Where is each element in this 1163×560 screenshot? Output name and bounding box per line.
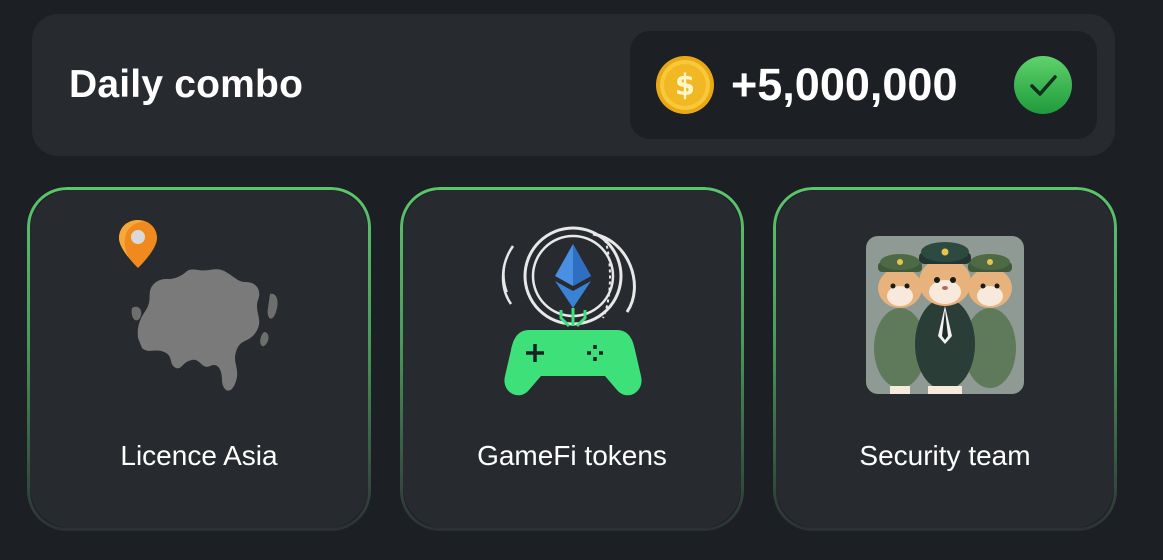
daily-combo-header: Daily combo $ +5,000,000	[32, 14, 1115, 156]
card-label: Licence Asia	[120, 440, 278, 471]
asia-map-pin-icon	[119, 220, 278, 391]
combo-card-security-team[interactable]: Security team	[776, 190, 1114, 528]
card-label: GameFi tokens	[477, 440, 667, 471]
combo-card-gamefi-tokens[interactable]: GameFi tokens	[403, 190, 741, 528]
hamster-guards-image	[866, 236, 1024, 394]
svg-text:$: $	[675, 68, 695, 102]
combo-card-licence-asia[interactable]: Licence Asia	[30, 190, 368, 528]
coin-dollar-icon: $	[656, 56, 714, 114]
card-label: Security team	[859, 440, 1031, 471]
ethereum-gamepad-icon	[501, 226, 642, 396]
reward-box: $ +5,000,000	[630, 31, 1097, 139]
daily-combo-title: Daily combo	[69, 63, 304, 106]
check-circle-icon	[1014, 56, 1072, 114]
reward-amount: +5,000,000	[731, 59, 958, 110]
